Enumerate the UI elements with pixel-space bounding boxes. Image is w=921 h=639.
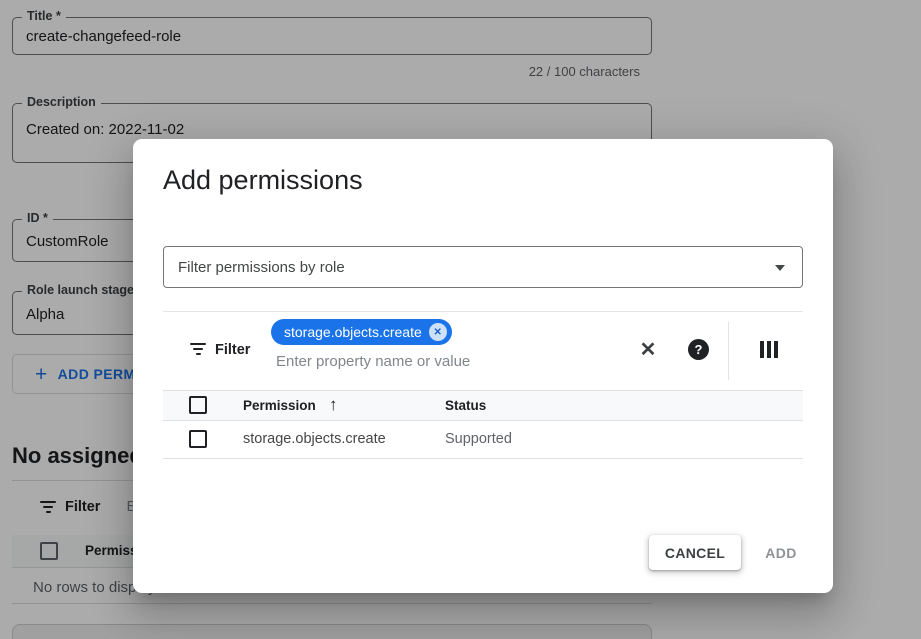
permission-column-header[interactable]: Permission bbox=[243, 398, 316, 413]
clear-filters-icon[interactable]: ✕ bbox=[637, 338, 659, 360]
help-icon[interactable]: ? bbox=[688, 339, 709, 360]
filter-by-role-dropdown[interactable]: Filter permissions by role bbox=[163, 246, 803, 288]
status-column-header[interactable]: Status bbox=[445, 398, 486, 413]
filter-chip[interactable]: storage.objects.create ✕ bbox=[271, 319, 452, 345]
column-display-options-icon[interactable] bbox=[760, 341, 778, 358]
toolbar-divider bbox=[728, 322, 729, 380]
chip-remove-icon[interactable]: ✕ bbox=[429, 323, 447, 341]
chevron-down-icon bbox=[775, 265, 785, 271]
filter-icon bbox=[190, 343, 206, 355]
screen: Title * create-changefeed-role 22 / 100 … bbox=[0, 0, 921, 639]
row-checkbox[interactable] bbox=[189, 430, 207, 448]
dialog-title: Add permissions bbox=[163, 165, 363, 196]
filter-chip-label: storage.objects.create bbox=[284, 324, 422, 340]
dialog-filter-label: Filter bbox=[215, 342, 250, 358]
dialog-filter-input[interactable]: Enter property name or value bbox=[276, 353, 470, 370]
add-permissions-dialog: Add permissions Filter permissions by ro… bbox=[133, 139, 833, 593]
permission-cell: storage.objects.create bbox=[243, 431, 386, 447]
status-cell: Supported bbox=[445, 431, 512, 447]
dialog-table-header: Permission ↑ Status bbox=[163, 390, 803, 421]
table-row[interactable]: storage.objects.create Supported bbox=[163, 422, 803, 459]
select-all-checkbox[interactable] bbox=[189, 396, 207, 414]
sort-ascending-icon[interactable]: ↑ bbox=[329, 395, 338, 415]
cancel-button[interactable]: CANCEL bbox=[649, 535, 741, 570]
filter-by-role-placeholder: Filter permissions by role bbox=[178, 259, 345, 276]
add-button[interactable]: ADD bbox=[746, 535, 816, 570]
dialog-filter-toolbar: Filter storage.objects.create ✕ Enter pr… bbox=[163, 311, 803, 390]
